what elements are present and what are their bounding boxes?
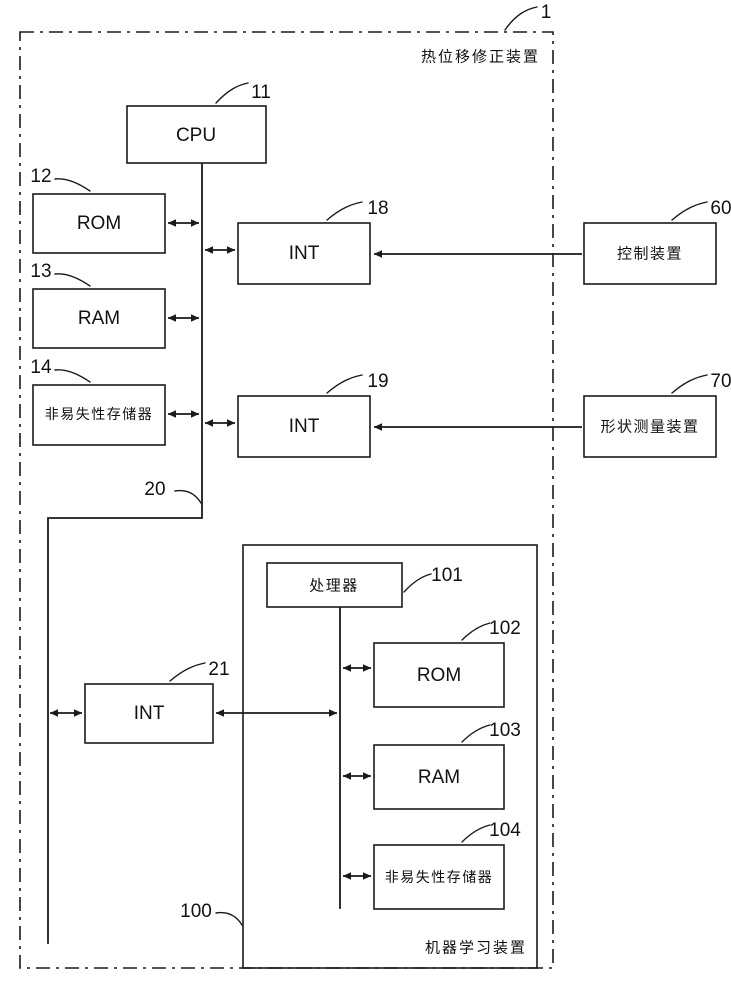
ref-number-cpu: 11: [251, 82, 271, 103]
ref-number-ml-nonvolatile-memory: 104: [489, 820, 521, 841]
ref-number-nonvolatile-memory: 14: [30, 357, 52, 378]
ref-number-device-1: 1: [541, 2, 552, 23]
ref-number-ram: 13: [30, 261, 51, 282]
leader-line-ml-nonvolatile-memory: [461, 824, 491, 843]
block-control-device-label: 控制装置: [617, 245, 683, 263]
outer-device-caption: 热位移修正装置: [421, 48, 540, 66]
leader-line-processor: [403, 573, 432, 593]
leader-line-ram: [54, 273, 91, 287]
outer-device-boundary: [19, 31, 554, 969]
leader-line-int-19: [326, 374, 363, 394]
ref-number-ml-ram: 103: [489, 720, 521, 741]
ref-number-int-21: 21: [208, 659, 229, 680]
ref-number-machine-learning-group: 100: [180, 901, 212, 922]
block-ml-rom-label: ROM: [417, 665, 461, 686]
block-ml-nonvolatile-memory-label: 非易失性存储器: [385, 870, 494, 886]
ref-number-shape-measuring-device: 70: [710, 371, 731, 392]
ref-number-int-18: 18: [367, 198, 388, 219]
block-rom-label: ROM: [77, 213, 121, 234]
block-diagram-canvas: 1 热位移修正装置 20 CPU 11 ROM 12 RAM 13 非易失性存储…: [0, 0, 731, 1000]
machine-learning-group-caption: 机器学习装置: [425, 939, 527, 957]
leader-line-int-21: [169, 662, 206, 682]
leader-line-int-18: [326, 201, 363, 221]
ref-number-processor: 101: [431, 565, 463, 586]
leader-line-bus-20: [174, 489, 202, 504]
leader-line-rom: [54, 178, 91, 192]
leader-line-ml-ram: [461, 724, 491, 743]
block-nonvolatile-memory-label: 非易失性存储器: [45, 407, 154, 423]
block-shape-measuring-device-label: 形状测量装置: [600, 418, 699, 436]
ref-number-int-19: 19: [367, 371, 388, 392]
ref-number-bus-20: 20: [144, 479, 165, 500]
ref-number-control-device: 60: [710, 198, 731, 219]
leader-line-shape-measuring-device: [671, 374, 708, 394]
leader-line-cpu: [215, 82, 249, 104]
leader-line-control-device: [671, 201, 708, 221]
ref-number-rom: 12: [30, 166, 51, 187]
ref-number-ml-rom: 102: [489, 618, 521, 639]
patent-figure: 1 热位移修正装置 20 CPU 11 ROM 12 RAM 13 非易失性存储…: [0, 0, 731, 1000]
leader-line-device-1: [504, 6, 538, 31]
block-int-19-label: INT: [289, 416, 320, 437]
leader-line-nonvolatile-memory: [54, 369, 91, 383]
block-cpu-label: CPU: [176, 125, 216, 146]
leader-line-machine-learning-group: [215, 911, 243, 926]
leader-line-ml-rom: [461, 622, 491, 641]
block-processor-label: 处理器: [309, 577, 359, 595]
main-bus-line: [47, 162, 203, 944]
block-ram-label: RAM: [78, 308, 120, 329]
block-int-18-label: INT: [289, 243, 320, 264]
block-ml-ram-label: RAM: [418, 767, 460, 788]
block-int-21-label: INT: [134, 703, 165, 724]
